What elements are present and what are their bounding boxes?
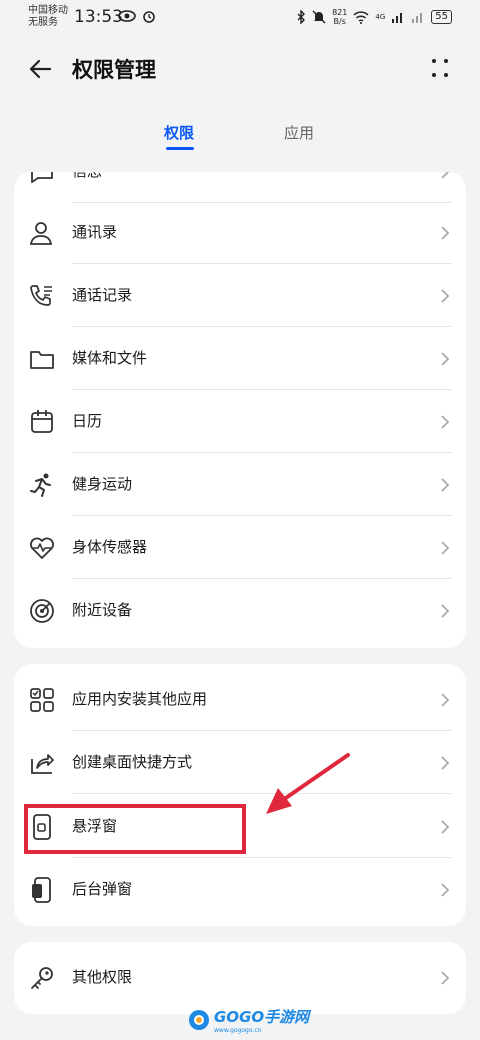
tab-apps[interactable]: 应用 bbox=[284, 122, 314, 143]
annotation-arrow-icon bbox=[266, 753, 350, 814]
contacts-icon bbox=[28, 219, 56, 247]
clock: 13:53 bbox=[74, 7, 123, 27]
list-item-label: 创建桌面快捷方式 bbox=[72, 753, 193, 771]
eye-icon bbox=[118, 9, 136, 23]
net-speed: 821 B/s bbox=[332, 8, 347, 26]
running-icon bbox=[28, 471, 56, 499]
list-item-label: 日历 bbox=[72, 412, 103, 430]
carrier-service: 无服务 bbox=[28, 17, 58, 28]
signal-icon bbox=[391, 11, 405, 23]
watermark-logo: GOGO手游网 bbox=[214, 1008, 310, 1026]
list-item-label: 附近设备 bbox=[72, 601, 133, 619]
chevron-right-icon bbox=[440, 819, 450, 835]
chevron-right-icon bbox=[440, 288, 450, 304]
tab-permissions[interactable]: 权限 bbox=[164, 122, 194, 143]
list-item-label: 通话记录 bbox=[72, 286, 133, 304]
other-permissions-list: 其他权限 bbox=[14, 942, 466, 1014]
tab-indicator bbox=[166, 147, 194, 150]
chevron-right-icon bbox=[440, 540, 450, 556]
status-bar: 中国移动 无服务 13:53 821 B/s 4G 55 bbox=[0, 0, 480, 36]
key-icon bbox=[28, 964, 56, 992]
carrier-name: 中国移动 bbox=[28, 5, 68, 16]
list-item-label: 信息 bbox=[72, 172, 102, 203]
list-item-messages[interactable]: 信息 bbox=[14, 172, 466, 203]
signal-icon bbox=[411, 11, 425, 23]
calendar-icon bbox=[28, 408, 56, 436]
more-icon[interactable] bbox=[428, 56, 452, 80]
list-item-contacts[interactable]: 通讯录 bbox=[14, 201, 466, 264]
background-popup-icon bbox=[28, 876, 56, 904]
tab-bar: 权限 应用 bbox=[0, 118, 480, 154]
back-arrow-icon[interactable] bbox=[26, 54, 56, 84]
list-item-background-popup[interactable]: 后台弹窗 bbox=[14, 858, 466, 921]
message-icon bbox=[28, 172, 56, 186]
chevron-right-icon bbox=[440, 882, 450, 898]
list-item-install-apps[interactable]: 应用内安装其他应用 bbox=[14, 668, 466, 731]
watermark: GOGO手游网 www.gogogo.cn bbox=[188, 1006, 309, 1034]
network-type: 4G bbox=[375, 13, 386, 21]
list-item-body-sensors[interactable]: 身体传感器 bbox=[14, 516, 466, 579]
page-title: 权限管理 bbox=[72, 58, 156, 82]
shortcut-icon bbox=[28, 749, 56, 777]
chevron-right-icon bbox=[440, 351, 450, 367]
carrier-info: 中国移动 无服务 bbox=[28, 5, 68, 29]
list-item-label: 后台弹窗 bbox=[72, 880, 133, 898]
list-item-calendar[interactable]: 日历 bbox=[14, 390, 466, 453]
wifi-icon bbox=[353, 10, 369, 24]
special-permissions-list: 应用内安装其他应用 创建桌面快捷方式 悬浮窗 后台弹窗 bbox=[14, 664, 466, 926]
list-item-label: 通讯录 bbox=[72, 223, 118, 241]
call-log-icon bbox=[28, 282, 56, 310]
highlight-box bbox=[24, 804, 246, 854]
watermark-logo-icon bbox=[189, 1010, 209, 1030]
list-item-create-shortcut[interactable]: 创建桌面快捷方式 bbox=[14, 731, 466, 794]
apps-grid-icon bbox=[28, 686, 56, 714]
list-item-label: 身体传感器 bbox=[72, 538, 148, 556]
app-header: 权限管理 bbox=[0, 44, 480, 94]
nearby-devices-icon bbox=[28, 597, 56, 625]
folder-icon bbox=[28, 345, 56, 373]
bluetooth-icon bbox=[296, 10, 306, 24]
chevron-right-icon bbox=[440, 603, 450, 619]
chevron-right-icon bbox=[440, 970, 450, 986]
list-item-call-log[interactable]: 通话记录 bbox=[14, 264, 466, 327]
list-item-label: 其他权限 bbox=[72, 968, 133, 986]
list-item-label: 健身运动 bbox=[72, 475, 133, 493]
list-item-nearby-devices[interactable]: 附近设备 bbox=[14, 579, 466, 642]
chevron-right-icon bbox=[440, 692, 450, 708]
chevron-right-icon bbox=[440, 755, 450, 771]
net-speed-value: 821 bbox=[332, 8, 348, 17]
list-item-label: 应用内安装其他应用 bbox=[72, 690, 208, 708]
watermark-url: www.gogogo.cn bbox=[214, 1027, 262, 1034]
chevron-right-icon bbox=[440, 225, 450, 241]
chevron-right-icon bbox=[440, 172, 450, 180]
list-item-other-permissions[interactable]: 其他权限 bbox=[14, 946, 466, 1009]
chevron-right-icon bbox=[440, 414, 450, 430]
chevron-right-icon bbox=[440, 477, 450, 493]
permissions-list: 信息 通讯录 通话记录 媒体和文件 日历 bbox=[14, 172, 466, 648]
net-speed-unit: B/s bbox=[333, 17, 346, 26]
heart-rate-icon bbox=[28, 534, 56, 562]
list-item-label: 媒体和文件 bbox=[72, 349, 148, 367]
alarm-icon bbox=[142, 9, 156, 23]
battery-icon: 55 bbox=[431, 10, 452, 24]
list-item-media-files[interactable]: 媒体和文件 bbox=[14, 327, 466, 390]
list-item-fitness[interactable]: 健身运动 bbox=[14, 453, 466, 516]
mute-icon bbox=[312, 10, 326, 24]
